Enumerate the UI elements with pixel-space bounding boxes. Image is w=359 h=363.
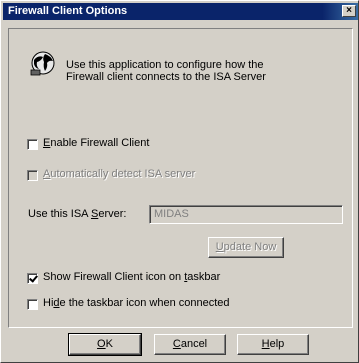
intro-line-1: Use this application to configure how th… [66, 59, 264, 71]
enable-firewall-client-checkbox[interactable] [27, 139, 38, 150]
firewall-client-options-dialog: Firewall Client Options × Use this appli… [0, 0, 359, 363]
intro-line-2: Firewall client connects to the ISA Serv… [66, 71, 266, 83]
ok-button[interactable]: OK [68, 333, 142, 356]
close-icon[interactable]: × [342, 5, 356, 17]
show-taskbar-icon-label[interactable]: Show Firewall Client icon on taskbar [43, 271, 220, 283]
auto-detect-isa-server-label[interactable]: Automatically detect ISA server [43, 168, 195, 180]
title-bar[interactable]: Firewall Client Options × [3, 3, 358, 20]
intro-text: Use this application to configure how th… [66, 59, 336, 83]
window-title: Firewall Client Options [8, 5, 128, 17]
hide-taskbar-icon-label[interactable]: Hide the taskbar icon when connected [43, 297, 230, 309]
enable-firewall-client-label[interactable]: Enable Firewall Client [43, 137, 149, 149]
cancel-button[interactable]: Cancel [154, 334, 226, 355]
isa-server-input[interactable]: MIDAS [149, 205, 343, 224]
isa-server-label: Use this ISA Server: [28, 208, 127, 220]
hide-taskbar-icon-checkbox[interactable] [27, 299, 38, 310]
help-button[interactable]: Help [237, 334, 309, 355]
update-now-button[interactable]: Update Now [208, 237, 284, 258]
auto-detect-isa-server-checkbox[interactable] [27, 170, 38, 181]
show-taskbar-icon-checkbox[interactable] [27, 273, 38, 284]
firewall-client-globe-icon [30, 51, 55, 76]
